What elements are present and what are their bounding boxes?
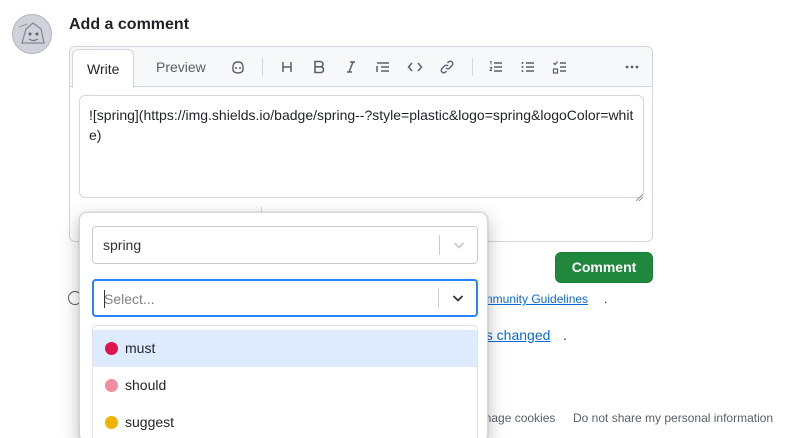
toolbar-separator (262, 58, 263, 76)
tab-preview[interactable]: Preview (142, 47, 220, 87)
more-icon[interactable] (621, 57, 643, 77)
option-should[interactable]: should (93, 367, 477, 404)
unordered-list-icon[interactable] (517, 57, 539, 77)
label-select-popover: spring Select... must should suggest (79, 212, 488, 438)
color-dot-icon (105, 342, 118, 355)
color-dot-icon (105, 416, 118, 429)
changes-period: . (563, 327, 567, 343)
option-label: must (125, 340, 156, 356)
heading-icon[interactable] (276, 57, 298, 77)
link-icon[interactable] (436, 57, 458, 77)
italic-icon[interactable] (340, 57, 362, 77)
tab-write[interactable]: Write (72, 49, 135, 88)
code-icon[interactable] (404, 57, 426, 77)
avatar-sketch-icon (13, 15, 51, 53)
select-indicator-separator (438, 288, 439, 308)
comment-textarea[interactable]: ![spring](https://img.shields.io/badge/s… (79, 95, 644, 198)
manage-cookies-link[interactable]: anage cookies (478, 411, 555, 425)
bold-icon[interactable] (308, 57, 330, 77)
option-must[interactable]: must (93, 330, 477, 367)
select-options-menu: must should suggest (92, 325, 478, 438)
option-label: suggest (125, 414, 175, 430)
chevron-down-icon[interactable] (451, 237, 467, 253)
toolbar-separator (472, 58, 473, 76)
copilot-icon[interactable] (227, 57, 249, 77)
do-not-share-link[interactable]: Do not share my personal information (573, 411, 773, 425)
user-avatar[interactable] (12, 14, 52, 54)
second-select[interactable]: Select... (92, 279, 478, 317)
ordered-list-icon[interactable] (485, 57, 507, 77)
select-indicator-separator (439, 235, 440, 255)
first-select-value: spring (103, 237, 142, 253)
community-guidelines-link[interactable]: ommunity Guidelines (476, 292, 588, 306)
color-dot-icon (105, 379, 118, 392)
second-select-placeholder: Select... (104, 291, 155, 307)
guidelines-period: . (604, 292, 608, 306)
chevron-down-icon[interactable] (450, 290, 466, 306)
task-list-icon[interactable] (549, 57, 571, 77)
quote-icon[interactable] (372, 57, 394, 77)
editor-toolbar: Write Preview (70, 47, 652, 88)
option-suggest[interactable]: suggest (93, 404, 477, 438)
files-changed-link[interactable]: es changed (478, 327, 550, 343)
option-label: should (125, 377, 167, 393)
first-select[interactable]: spring (92, 226, 478, 264)
page: Add a comment Write Preview ![spring](ht… (0, 0, 796, 438)
comment-button[interactable]: Comment (555, 252, 653, 283)
textarea-resize-handle[interactable] (635, 188, 644, 202)
comment-heading: Add a comment (69, 16, 190, 33)
